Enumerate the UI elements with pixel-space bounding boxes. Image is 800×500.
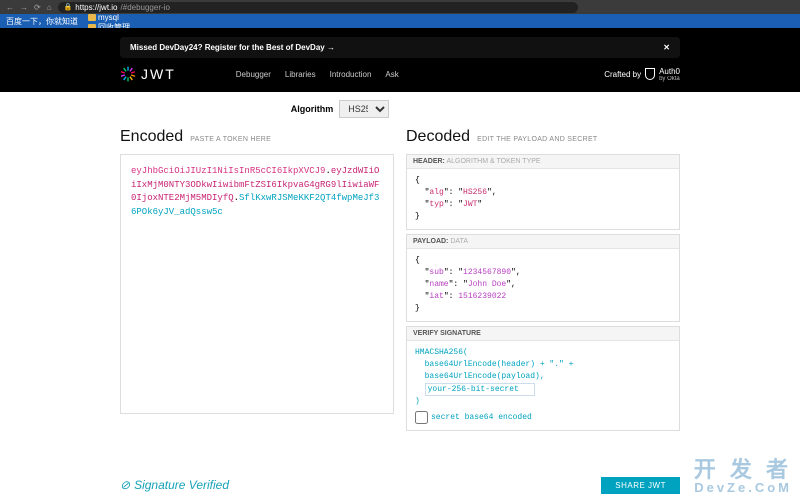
forward-icon[interactable]: → xyxy=(20,3,28,12)
header-section: HEADER: ALGORITHM & TOKEN TYPE { "alg": … xyxy=(406,154,680,230)
secret-input[interactable] xyxy=(425,383,535,396)
crafted-sub: by Okta xyxy=(659,76,680,82)
encoded-title: Encoded xyxy=(120,128,183,146)
address-bar[interactable]: 🔒 https://jwt.io /#debugger-io xyxy=(58,2,578,13)
algorithm-label: Algorithm xyxy=(291,104,334,114)
url-path: /#debugger-io xyxy=(121,3,170,12)
encoded-textarea[interactable]: eyJhbGciOiJIUzI1NiIsInR5cCI6IkpXVCJ9.eyJ… xyxy=(120,154,394,414)
signature-editor: HMACSHA256( base64UrlEncode(header) + ".… xyxy=(407,341,679,430)
nav-ask[interactable]: Ask xyxy=(385,70,398,79)
bookmark-item[interactable]: 百度一下，你就知道 xyxy=(6,16,78,27)
encoded-column: Encoded PASTE A TOKEN HERE eyJhbGciOiJIU… xyxy=(120,128,394,435)
back-icon[interactable]: ← xyxy=(6,3,14,12)
folder-icon xyxy=(88,14,96,21)
lock-icon: 🔒 xyxy=(64,3,73,11)
check-icon: ⊘ xyxy=(120,478,130,492)
algorithm-row: Algorithm HS256 xyxy=(0,92,800,118)
main-columns: Encoded PASTE A TOKEN HERE eyJhbGciOiJIU… xyxy=(0,118,800,435)
header-editor[interactable]: { "alg": "HS256", "typ": "JWT" } xyxy=(407,169,679,229)
signature-status: ⊘ Signature Verified xyxy=(0,474,349,496)
logo-icon xyxy=(120,66,136,82)
auth0-icon xyxy=(645,68,655,80)
reload-icon[interactable]: ⟳ xyxy=(34,3,41,12)
url-origin: https://jwt.io xyxy=(75,3,117,12)
crafted-by[interactable]: Crafted by Auth0 by Okta xyxy=(604,67,680,82)
decoded-sub: EDIT THE PAYLOAD AND SECRET xyxy=(477,136,597,143)
browser-chrome: ← → ⟳ ⌂ 🔒 https://jwt.io /#debugger-io xyxy=(0,0,800,14)
nav-introduction[interactable]: Introduction xyxy=(330,70,372,79)
nav-libraries[interactable]: Libraries xyxy=(285,70,316,79)
banner-text[interactable]: Missed DevDay24? Register for the Best o… xyxy=(130,43,335,52)
home-icon[interactable]: ⌂ xyxy=(47,3,52,12)
nav-debugger[interactable]: Debugger xyxy=(236,70,271,79)
nav-controls: ← → ⟳ ⌂ xyxy=(6,3,52,12)
bookmark-item[interactable]: 回收管理 xyxy=(88,22,146,28)
logo[interactable]: JWT xyxy=(120,66,176,82)
decoded-title: Decoded xyxy=(406,128,470,146)
payload-section: PAYLOAD: DATA { "sub": "1234567890", "na… xyxy=(406,234,680,322)
crafted-label: Crafted by xyxy=(604,70,641,79)
crafted-brand: Auth0 xyxy=(659,67,680,76)
algorithm-select[interactable]: HS256 xyxy=(339,100,389,118)
bookmarks-bar: 百度一下，你就知道 K8s库 lotus 网络安全 k8s 华为进度查询 公司邮… xyxy=(0,14,800,28)
promo-banner: Missed DevDay24? Register for the Best o… xyxy=(120,37,680,58)
share-button[interactable]: SHARE JWT xyxy=(601,477,680,494)
decoded-column: Decoded EDIT THE PAYLOAD AND SECRET HEAD… xyxy=(406,128,680,435)
main-nav: Debugger Libraries Introduction Ask xyxy=(236,70,399,79)
signature-verified-label: Signature Verified xyxy=(134,478,229,492)
base64-checkbox[interactable] xyxy=(415,411,428,424)
site-header: JWT Debugger Libraries Introduction Ask … xyxy=(0,58,800,92)
folder-icon xyxy=(88,24,96,28)
bookmark-item[interactable]: mysql xyxy=(88,14,146,22)
payload-editor[interactable]: { "sub": "1234567890", "name": "John Doe… xyxy=(407,249,679,321)
signature-section: VERIFY SIGNATURE HMACSHA256( base64UrlEn… xyxy=(406,326,680,431)
close-icon[interactable]: ✕ xyxy=(663,43,670,52)
logo-text: JWT xyxy=(141,66,176,82)
watermark: 开 发 者 DevZe.CoM xyxy=(694,459,792,494)
token-header: eyJhbGciOiJIUzI1NiIsInR5cCI6IkpXVCJ9 xyxy=(131,166,325,176)
encoded-sub: PASTE A TOKEN HERE xyxy=(190,136,271,143)
